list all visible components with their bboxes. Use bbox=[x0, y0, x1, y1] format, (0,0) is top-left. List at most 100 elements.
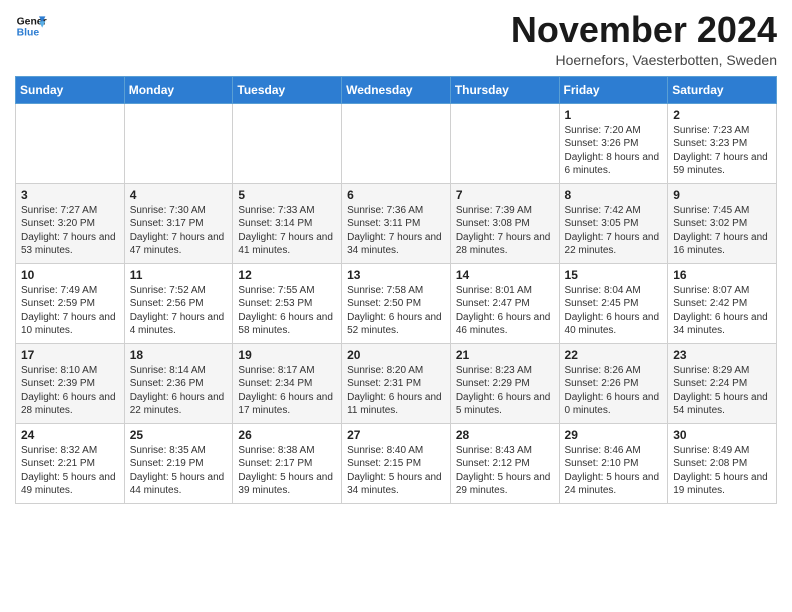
day-info: Sunrise: 8:32 AM Sunset: 2:21 PM Dayligh… bbox=[21, 444, 119, 498]
calendar-cell: 20 Sunrise: 8:20 AM Sunset: 2:31 PM Dayli… bbox=[342, 343, 451, 423]
calendar-cell: 7 Sunrise: 7:39 AM Sunset: 3:08 PM Daylig… bbox=[450, 183, 559, 263]
day-number: 7 bbox=[456, 188, 554, 202]
day-number: 9 bbox=[673, 188, 771, 202]
day-info: Sunrise: 7:39 AM Sunset: 3:08 PM Dayligh… bbox=[456, 204, 554, 258]
calendar-body: 1Sunrise: 7:20 AM Sunset: 3:26 PM Daylig… bbox=[16, 103, 777, 503]
calendar-cell: 4 Sunrise: 7:30 AM Sunset: 3:17 PM Daylig… bbox=[124, 183, 233, 263]
day-number: 20 bbox=[347, 348, 445, 362]
day-info: Sunrise: 8:14 AM Sunset: 2:36 PM Dayligh… bbox=[130, 364, 228, 418]
day-number: 29 bbox=[565, 428, 663, 442]
day-number: 3 bbox=[21, 188, 119, 202]
day-number: 2 bbox=[673, 108, 771, 122]
day-info: Sunrise: 7:45 AM Sunset: 3:02 PM Dayligh… bbox=[673, 204, 771, 258]
day-info: Sunrise: 8:35 AM Sunset: 2:19 PM Dayligh… bbox=[130, 444, 228, 498]
calendar-cell: 26 Sunrise: 8:38 AM Sunset: 2:17 PM Dayli… bbox=[233, 423, 342, 503]
day-info: Sunrise: 8:29 AM Sunset: 2:24 PM Dayligh… bbox=[673, 364, 771, 418]
day-info: Sunrise: 7:27 AM Sunset: 3:20 PM Dayligh… bbox=[21, 204, 119, 258]
day-info: Sunrise: 7:33 AM Sunset: 3:14 PM Dayligh… bbox=[238, 204, 336, 258]
calendar-cell: 15Sunrise: 8:04 AM Sunset: 2:45 PM Dayli… bbox=[559, 263, 668, 343]
day-info: Sunrise: 8:01 AM Sunset: 2:47 PM Dayligh… bbox=[456, 284, 554, 338]
day-number: 24 bbox=[21, 428, 119, 442]
day-info: Sunrise: 7:20 AM Sunset: 3:26 PM Dayligh… bbox=[565, 124, 663, 178]
day-info: Sunrise: 7:55 AM Sunset: 2:53 PM Dayligh… bbox=[238, 284, 336, 338]
day-info: Sunrise: 7:42 AM Sunset: 3:05 PM Dayligh… bbox=[565, 204, 663, 258]
day-info: Sunrise: 8:07 AM Sunset: 2:42 PM Dayligh… bbox=[673, 284, 771, 338]
weekday-friday: Friday bbox=[559, 76, 668, 103]
weekday-sunday: Sunday bbox=[16, 76, 125, 103]
calendar-cell: 5 Sunrise: 7:33 AM Sunset: 3:14 PM Daylig… bbox=[233, 183, 342, 263]
day-info: Sunrise: 7:49 AM Sunset: 2:59 PM Dayligh… bbox=[21, 284, 119, 338]
weekday-wednesday: Wednesday bbox=[342, 76, 451, 103]
calendar-cell: 29Sunrise: 8:46 AM Sunset: 2:10 PM Dayli… bbox=[559, 423, 668, 503]
month-title: November 2024 bbox=[511, 10, 777, 50]
day-number: 10 bbox=[21, 268, 119, 282]
calendar-cell: 23 Sunrise: 8:29 AM Sunset: 2:24 PM Dayli… bbox=[668, 343, 777, 423]
calendar-cell: 11Sunrise: 7:52 AM Sunset: 2:56 PM Dayli… bbox=[124, 263, 233, 343]
header: General Blue November 2024 Hoernefors, V… bbox=[15, 10, 777, 68]
day-number: 26 bbox=[238, 428, 336, 442]
day-number: 21 bbox=[456, 348, 554, 362]
calendar-cell bbox=[450, 103, 559, 183]
day-info: Sunrise: 8:23 AM Sunset: 2:29 PM Dayligh… bbox=[456, 364, 554, 418]
calendar-cell bbox=[16, 103, 125, 183]
week-row-4: 17 Sunrise: 8:10 AM Sunset: 2:39 PM Dayli… bbox=[16, 343, 777, 423]
svg-text:Blue: Blue bbox=[17, 28, 40, 39]
day-number: 19 bbox=[238, 348, 336, 362]
week-row-3: 10 Sunrise: 7:49 AM Sunset: 2:59 PM Dayli… bbox=[16, 263, 777, 343]
day-number: 11 bbox=[130, 268, 228, 282]
day-info: Sunrise: 7:36 AM Sunset: 3:11 PM Dayligh… bbox=[347, 204, 445, 258]
day-number: 28 bbox=[456, 428, 554, 442]
day-number: 5 bbox=[238, 188, 336, 202]
weekday-saturday: Saturday bbox=[668, 76, 777, 103]
day-number: 8 bbox=[565, 188, 663, 202]
weekday-thursday: Thursday bbox=[450, 76, 559, 103]
day-info: Sunrise: 8:49 AM Sunset: 2:08 PM Dayligh… bbox=[673, 444, 771, 498]
weekday-monday: Monday bbox=[124, 76, 233, 103]
calendar-cell: 22 Sunrise: 8:26 AM Sunset: 2:26 PM Dayli… bbox=[559, 343, 668, 423]
day-number: 25 bbox=[130, 428, 228, 442]
weekday-header-row: SundayMondayTuesdayWednesdayThursdayFrid… bbox=[16, 76, 777, 103]
subtitle: Hoernefors, Vaesterbotten, Sweden bbox=[511, 52, 777, 68]
day-number: 4 bbox=[130, 188, 228, 202]
day-info: Sunrise: 8:04 AM Sunset: 2:45 PM Dayligh… bbox=[565, 284, 663, 338]
day-number: 23 bbox=[673, 348, 771, 362]
day-number: 27 bbox=[347, 428, 445, 442]
week-row-5: 24 Sunrise: 8:32 AM Sunset: 2:21 PM Dayli… bbox=[16, 423, 777, 503]
day-number: 12 bbox=[238, 268, 336, 282]
calendar-cell: 25 Sunrise: 8:35 AM Sunset: 2:19 PM Dayli… bbox=[124, 423, 233, 503]
day-number: 22 bbox=[565, 348, 663, 362]
calendar-cell: 6Sunrise: 7:36 AM Sunset: 3:11 PM Daylig… bbox=[342, 183, 451, 263]
calendar-cell: 13Sunrise: 7:58 AM Sunset: 2:50 PM Dayli… bbox=[342, 263, 451, 343]
day-number: 17 bbox=[21, 348, 119, 362]
calendar-cell: 16Sunrise: 8:07 AM Sunset: 2:42 PM Dayli… bbox=[668, 263, 777, 343]
day-info: Sunrise: 8:38 AM Sunset: 2:17 PM Dayligh… bbox=[238, 444, 336, 498]
day-info: Sunrise: 8:17 AM Sunset: 2:34 PM Dayligh… bbox=[238, 364, 336, 418]
weekday-tuesday: Tuesday bbox=[233, 76, 342, 103]
calendar-cell: 8 Sunrise: 7:42 AM Sunset: 3:05 PM Daylig… bbox=[559, 183, 668, 263]
calendar-cell: 9 Sunrise: 7:45 AM Sunset: 3:02 PM Daylig… bbox=[668, 183, 777, 263]
day-info: Sunrise: 8:10 AM Sunset: 2:39 PM Dayligh… bbox=[21, 364, 119, 418]
day-number: 30 bbox=[673, 428, 771, 442]
day-number: 14 bbox=[456, 268, 554, 282]
calendar-cell: 28 Sunrise: 8:43 AM Sunset: 2:12 PM Dayli… bbox=[450, 423, 559, 503]
day-info: Sunrise: 7:30 AM Sunset: 3:17 PM Dayligh… bbox=[130, 204, 228, 258]
calendar-cell: 17 Sunrise: 8:10 AM Sunset: 2:39 PM Dayli… bbox=[16, 343, 125, 423]
calendar-cell: 10 Sunrise: 7:49 AM Sunset: 2:59 PM Dayli… bbox=[16, 263, 125, 343]
day-info: Sunrise: 8:43 AM Sunset: 2:12 PM Dayligh… bbox=[456, 444, 554, 498]
calendar-cell: 1Sunrise: 7:20 AM Sunset: 3:26 PM Daylig… bbox=[559, 103, 668, 183]
calendar-cell: 21 Sunrise: 8:23 AM Sunset: 2:29 PM Dayli… bbox=[450, 343, 559, 423]
day-info: Sunrise: 8:40 AM Sunset: 2:15 PM Dayligh… bbox=[347, 444, 445, 498]
title-area: November 2024 Hoernefors, Vaesterbotten,… bbox=[511, 10, 777, 68]
calendar-cell: 27 Sunrise: 8:40 AM Sunset: 2:15 PM Dayli… bbox=[342, 423, 451, 503]
calendar-cell: 19 Sunrise: 8:17 AM Sunset: 2:34 PM Dayli… bbox=[233, 343, 342, 423]
logo-icon: General Blue bbox=[15, 10, 47, 42]
day-info: Sunrise: 8:20 AM Sunset: 2:31 PM Dayligh… bbox=[347, 364, 445, 418]
calendar-cell: 18Sunrise: 8:14 AM Sunset: 2:36 PM Dayli… bbox=[124, 343, 233, 423]
week-row-1: 1Sunrise: 7:20 AM Sunset: 3:26 PM Daylig… bbox=[16, 103, 777, 183]
calendar-cell bbox=[233, 103, 342, 183]
calendar-cell: 30 Sunrise: 8:49 AM Sunset: 2:08 PM Dayli… bbox=[668, 423, 777, 503]
day-info: Sunrise: 7:23 AM Sunset: 3:23 PM Dayligh… bbox=[673, 124, 771, 178]
day-info: Sunrise: 8:26 AM Sunset: 2:26 PM Dayligh… bbox=[565, 364, 663, 418]
logo: General Blue bbox=[15, 10, 47, 42]
calendar-table: SundayMondayTuesdayWednesdayThursdayFrid… bbox=[15, 76, 777, 504]
